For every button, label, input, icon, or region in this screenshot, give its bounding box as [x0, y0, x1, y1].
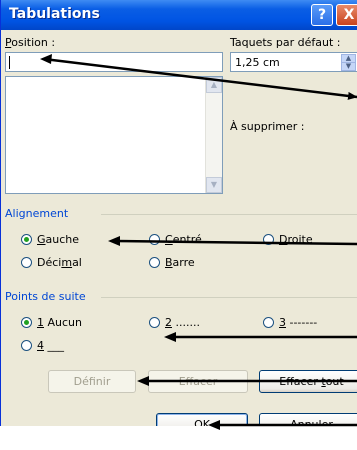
radio-leader-dots[interactable]: 2 .......: [149, 316, 200, 329]
radio-leader-underline[interactable]: 4 ___: [21, 339, 64, 352]
radio-checked-icon: [21, 234, 32, 245]
cancel-button[interactable]: Annuler: [259, 413, 357, 426]
radio-icon: [149, 257, 160, 268]
tab-stop-list-scrollbar[interactable]: ▲ ▼: [205, 77, 222, 193]
tabulations-dialog: Tabulations ? X Position : ▲ ▼ Taquets p…: [0, 0, 357, 426]
position-input[interactable]: [5, 52, 223, 72]
alignment-group-title: Alignement: [5, 207, 69, 220]
help-button[interactable]: ?: [311, 4, 333, 26]
help-icon: ?: [317, 7, 327, 23]
scroll-up-icon[interactable]: ▲: [206, 77, 222, 93]
to-clear-label: À supprimer :: [230, 120, 305, 133]
leader-divider: [101, 297, 357, 298]
set-button[interactable]: Définir: [48, 370, 136, 393]
radio-icon: [149, 234, 160, 245]
default-stops-value: 1,25 cm: [235, 56, 280, 69]
radio-icon: [149, 317, 160, 328]
radio-align-bar[interactable]: Barre: [149, 256, 195, 269]
radio-leader-none[interactable]: 1 Aucun: [21, 316, 82, 329]
radio-leader-dashes[interactable]: 3 -------: [263, 316, 317, 329]
close-icon: X: [343, 7, 355, 23]
close-button[interactable]: X: [336, 4, 357, 26]
clear-button[interactable]: Effacer: [148, 370, 248, 393]
radio-align-left[interactable]: Gauche: [21, 233, 79, 246]
radio-icon: [263, 317, 274, 328]
default-stops-label: Taquets par défaut :: [230, 36, 341, 49]
radio-align-center[interactable]: Centré: [149, 233, 202, 246]
radio-icon: [21, 340, 32, 351]
clear-all-button[interactable]: Effacer tout: [259, 370, 357, 393]
text-caret: [9, 56, 10, 69]
default-stops-field[interactable]: 1,25 cm ▲ ▼: [230, 52, 357, 72]
radio-icon: [263, 234, 274, 245]
alignment-divider: [101, 214, 357, 215]
spin-down-icon[interactable]: ▼: [341, 62, 356, 71]
dialog-title: Tabulations: [9, 6, 100, 22]
position-label: Position :: [5, 36, 56, 49]
radio-checked-icon: [21, 317, 32, 328]
radio-align-decimal[interactable]: Décimal: [21, 256, 82, 269]
leader-group-title: Points de suite: [5, 290, 86, 303]
title-bar[interactable]: Tabulations ? X: [1, 0, 357, 30]
scroll-down-icon[interactable]: ▼: [206, 177, 222, 193]
tab-stop-list[interactable]: ▲ ▼: [5, 76, 223, 194]
radio-align-right[interactable]: Droite: [263, 233, 313, 246]
ok-button[interactable]: OK: [156, 413, 248, 426]
radio-icon: [21, 257, 32, 268]
